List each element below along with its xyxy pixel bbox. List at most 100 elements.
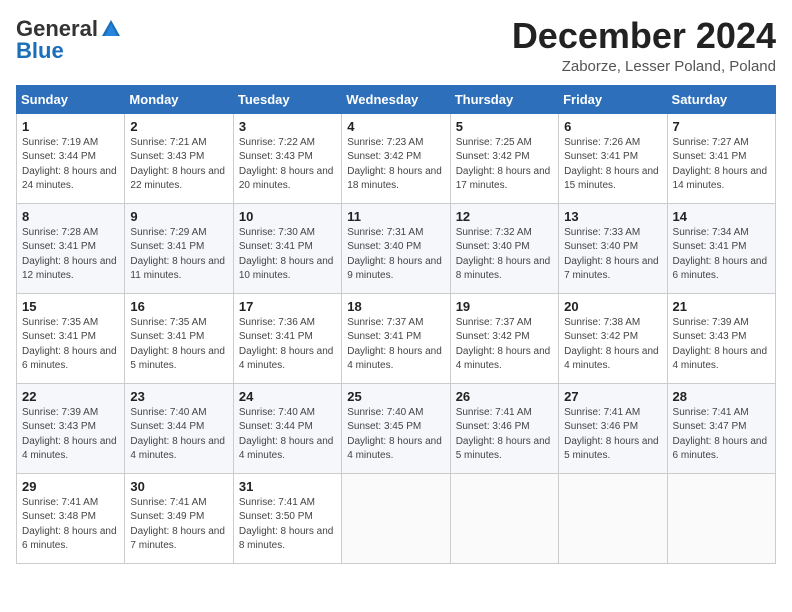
calendar-cell: 29 Sunrise: 7:41 AMSunset: 3:48 PMDayligh… [17,473,125,563]
day-info: Sunrise: 7:32 AMSunset: 3:40 PMDaylight:… [456,226,553,284]
day-number: 14 [673,209,770,224]
calendar-week-2: 8 Sunrise: 7:28 AMSunset: 3:41 PMDaylight… [17,203,776,293]
calendar-cell: 31 Sunrise: 7:41 AMSunset: 3:50 PMDayligh… [233,473,341,563]
calendar-cell: 15 Sunrise: 7:35 AMSunset: 3:41 PMDayligh… [17,293,125,383]
calendar-cell: 11 Sunrise: 7:31 AMSunset: 3:40 PMDayligh… [342,203,450,293]
day-info: Sunrise: 7:35 AMSunset: 3:41 PMDaylight:… [130,316,227,374]
day-number: 24 [239,389,336,404]
day-number: 1 [22,119,119,134]
calendar-cell: 6Sunrise: 7:26 AMSunset: 3:41 PMDaylight… [559,113,667,203]
day-number: 2 [130,119,227,134]
calendar-cell: 25 Sunrise: 7:40 AMSunset: 3:45 PMDayligh… [342,383,450,473]
column-header-monday: Monday [125,85,233,113]
calendar-cell: 17 Sunrise: 7:36 AMSunset: 3:41 PMDayligh… [233,293,341,383]
column-header-thursday: Thursday [450,85,558,113]
logo: General Blue [16,16,122,64]
day-number: 3 [239,119,336,134]
month-title: December 2024 [512,16,776,56]
day-info: Sunrise: 7:34 AMSunset: 3:41 PMDaylight:… [673,226,770,284]
day-info: Sunrise: 7:41 AMSunset: 3:46 PMDaylight:… [564,406,661,464]
calendar-cell: 7Sunrise: 7:27 AMSunset: 3:41 PMDaylight… [667,113,775,203]
calendar-cell: 18 Sunrise: 7:37 AMSunset: 3:41 PMDayligh… [342,293,450,383]
calendar-week-3: 15 Sunrise: 7:35 AMSunset: 3:41 PMDayligh… [17,293,776,383]
day-info: Sunrise: 7:40 AMSunset: 3:44 PMDaylight:… [130,406,227,464]
day-number: 23 [130,389,227,404]
day-info: Sunrise: 7:27 AMSunset: 3:41 PMDaylight:… [673,136,770,194]
day-info: Sunrise: 7:23 AMSunset: 3:42 PMDaylight:… [347,136,444,194]
calendar-cell: 9Sunrise: 7:29 AMSunset: 3:41 PMDaylight… [125,203,233,293]
day-info: Sunrise: 7:33 AMSunset: 3:40 PMDaylight:… [564,226,661,284]
calendar-cell: 23 Sunrise: 7:40 AMSunset: 3:44 PMDayligh… [125,383,233,473]
day-number: 11 [347,209,444,224]
day-info: Sunrise: 7:41 AMSunset: 3:48 PMDaylight:… [22,496,119,554]
day-number: 19 [456,299,553,314]
day-info: Sunrise: 7:19 AMSunset: 3:44 PMDaylight:… [22,136,119,194]
calendar-table: SundayMondayTuesdayWednesdayThursdayFrid… [16,85,776,564]
day-info: Sunrise: 7:37 AMSunset: 3:41 PMDaylight:… [347,316,444,374]
calendar-cell: 19 Sunrise: 7:37 AMSunset: 3:42 PMDayligh… [450,293,558,383]
calendar-cell: 12 Sunrise: 7:32 AMSunset: 3:40 PMDayligh… [450,203,558,293]
calendar-cell: 10Sunrise: 7:30 AMSunset: 3:41 PMDayligh… [233,203,341,293]
calendar-week-4: 22Sunrise: 7:39 AMSunset: 3:43 PMDayligh… [17,383,776,473]
calendar-cell: 27 Sunrise: 7:41 AMSunset: 3:46 PMDayligh… [559,383,667,473]
column-header-saturday: Saturday [667,85,775,113]
calendar-cell: 1 Sunrise: 7:19 AMSunset: 3:44 PMDaylight… [17,113,125,203]
logo-icon [100,18,122,40]
day-number: 30 [130,479,227,494]
day-number: 26 [456,389,553,404]
calendar-cell: 20Sunrise: 7:38 AMSunset: 3:42 PMDayligh… [559,293,667,383]
day-info: Sunrise: 7:40 AMSunset: 3:45 PMDaylight:… [347,406,444,464]
day-number: 5 [456,119,553,134]
day-number: 12 [456,209,553,224]
calendar-cell: 14 Sunrise: 7:34 AMSunset: 3:41 PMDayligh… [667,203,775,293]
day-info: Sunrise: 7:41 AMSunset: 3:50 PMDaylight:… [239,496,336,554]
day-number: 8 [22,209,119,224]
calendar-cell: 5 Sunrise: 7:25 AMSunset: 3:42 PMDaylight… [450,113,558,203]
day-number: 15 [22,299,119,314]
location: Zaborze, Lesser Poland, Poland [512,58,776,75]
day-info: Sunrise: 7:35 AMSunset: 3:41 PMDaylight:… [22,316,119,374]
day-number: 22 [22,389,119,404]
day-info: Sunrise: 7:40 AMSunset: 3:44 PMDaylight:… [239,406,336,464]
column-header-sunday: Sunday [17,85,125,113]
logo-blue: Blue [16,38,64,64]
day-number: 10 [239,209,336,224]
day-info: Sunrise: 7:37 AMSunset: 3:42 PMDaylight:… [456,316,553,374]
day-info: Sunrise: 7:41 AMSunset: 3:46 PMDaylight:… [456,406,553,464]
calendar-cell: 24 Sunrise: 7:40 AMSunset: 3:44 PMDayligh… [233,383,341,473]
title-block: December 2024 Zaborze, Lesser Poland, Po… [512,16,776,75]
day-number: 9 [130,209,227,224]
day-info: Sunrise: 7:36 AMSunset: 3:41 PMDaylight:… [239,316,336,374]
calendar-cell [559,473,667,563]
calendar-cell [450,473,558,563]
day-info: Sunrise: 7:41 AMSunset: 3:49 PMDaylight:… [130,496,227,554]
day-number: 21 [673,299,770,314]
calendar-cell: 3Sunrise: 7:22 AMSunset: 3:43 PMDaylight… [233,113,341,203]
calendar-cell: 8 Sunrise: 7:28 AMSunset: 3:41 PMDaylight… [17,203,125,293]
calendar-cell: 26 Sunrise: 7:41 AMSunset: 3:46 PMDayligh… [450,383,558,473]
column-header-friday: Friday [559,85,667,113]
day-info: Sunrise: 7:21 AMSunset: 3:43 PMDaylight:… [130,136,227,194]
calendar-cell: 16 Sunrise: 7:35 AMSunset: 3:41 PMDayligh… [125,293,233,383]
calendar-cell [667,473,775,563]
day-info: Sunrise: 7:31 AMSunset: 3:40 PMDaylight:… [347,226,444,284]
calendar-body: 1 Sunrise: 7:19 AMSunset: 3:44 PMDaylight… [17,113,776,563]
day-number: 18 [347,299,444,314]
day-info: Sunrise: 7:25 AMSunset: 3:42 PMDaylight:… [456,136,553,194]
calendar-week-5: 29 Sunrise: 7:41 AMSunset: 3:48 PMDayligh… [17,473,776,563]
page-header: General Blue December 2024 Zaborze, Less… [16,16,776,75]
day-info: Sunrise: 7:28 AMSunset: 3:41 PMDaylight:… [22,226,119,284]
day-number: 27 [564,389,661,404]
day-number: 31 [239,479,336,494]
calendar-cell: 13 Sunrise: 7:33 AMSunset: 3:40 PMDayligh… [559,203,667,293]
day-number: 17 [239,299,336,314]
calendar-cell: 4Sunrise: 7:23 AMSunset: 3:42 PMDaylight… [342,113,450,203]
day-number: 13 [564,209,661,224]
calendar-cell [342,473,450,563]
calendar-cell: 2 Sunrise: 7:21 AMSunset: 3:43 PMDaylight… [125,113,233,203]
day-number: 16 [130,299,227,314]
day-number: 29 [22,479,119,494]
day-number: 25 [347,389,444,404]
day-info: Sunrise: 7:41 AMSunset: 3:47 PMDaylight:… [673,406,770,464]
day-number: 20 [564,299,661,314]
